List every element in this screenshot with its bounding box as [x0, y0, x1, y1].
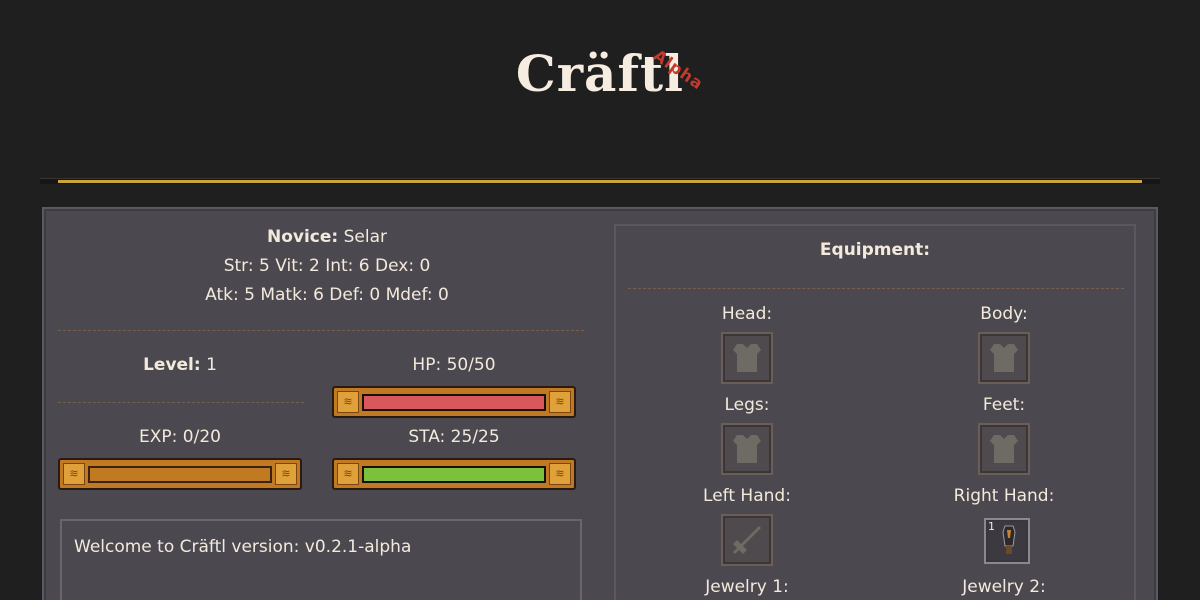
log-message: Welcome to Cräftl version: v0.2.1-alpha — [74, 537, 412, 557]
armor-silhouette-icon — [733, 435, 761, 463]
armor-silhouette-icon — [990, 344, 1018, 372]
bar-cap-right-icon: ≋ — [549, 391, 571, 413]
slot-label-right-hand: Right Hand: — [953, 486, 1055, 506]
game-logo-area: Cräftl Alpha — [0, 38, 1200, 118]
header-gold-line — [58, 180, 1142, 183]
level-divider — [58, 402, 304, 403]
equip-slot-right-hand[interactable]: 1 — [984, 518, 1030, 564]
bar-cap-left-icon: ≋ — [63, 463, 85, 485]
level-display: Level: 1 — [58, 355, 302, 375]
level-value: 1 — [206, 355, 217, 375]
slot-label-feet: Feet: — [982, 395, 1026, 415]
equipment-divider — [628, 288, 1124, 289]
header-divider — [40, 178, 1160, 184]
equip-slot-legs[interactable] — [721, 423, 773, 475]
slot-label-left-hand: Left Hand: — [703, 486, 791, 506]
main-panel: Novice: Selar Str: 5 Vit: 2 Int: 6 Dex: … — [42, 207, 1158, 600]
torch-icon — [1002, 525, 1016, 554]
equipment-title: Equipment: — [819, 240, 931, 260]
equip-slot-body[interactable] — [978, 332, 1030, 384]
attribute-stats: Str: 5 Vit: 2 Int: 6 Dex: 0 — [223, 256, 431, 276]
slot-label-head: Head: — [721, 304, 773, 324]
equipment-panel: Equipment: Head: Body: Legs: Feet: Left … — [614, 224, 1136, 600]
game-logo: Cräftl Alpha — [516, 38, 707, 110]
equip-slot-head[interactable] — [721, 332, 773, 384]
bar-cap-left-icon: ≋ — [337, 391, 359, 413]
exp-label: EXP: 0/20 — [139, 427, 221, 447]
sword-silhouette-icon — [733, 526, 761, 554]
armor-silhouette-icon — [733, 344, 761, 372]
hp-label: HP: 50/50 — [412, 355, 496, 375]
stats-divider — [58, 330, 584, 331]
level-label: Level: — [143, 355, 201, 375]
class-label: Novice: — [266, 227, 339, 247]
sta-label: STA: 25/25 — [408, 427, 500, 447]
character-name: Selar — [343, 227, 388, 247]
character-info: Novice: Selar Str: 5 Vit: 2 Int: 6 Dex: … — [44, 223, 610, 310]
slot-label-jewelry-2: Jewelry 2: — [962, 577, 1046, 597]
sta-bar: ≋ ≋ — [332, 458, 576, 490]
bar-cap-left-icon: ≋ — [337, 463, 359, 485]
equip-slot-left-hand[interactable] — [721, 514, 773, 566]
combat-stats: Atk: 5 Matk: 6 Def: 0 Mdef: 0 — [205, 285, 449, 305]
sta-fill — [364, 468, 544, 481]
slot-label-legs: Legs: — [724, 395, 770, 415]
slot-label-jewelry-1: Jewelry 1: — [705, 577, 789, 597]
message-log[interactable]: Welcome to Cräftl version: v0.2.1-alpha — [60, 519, 582, 600]
bar-cap-right-icon: ≋ — [275, 463, 297, 485]
hp-fill — [364, 396, 544, 409]
slot-label-body: Body: — [980, 304, 1028, 324]
bar-cap-right-icon: ≋ — [549, 463, 571, 485]
equip-slot-feet[interactable] — [978, 423, 1030, 475]
character-class-line: Novice: Selar — [44, 223, 610, 252]
hp-bar: ≋ ≋ — [332, 386, 576, 418]
armor-silhouette-icon — [990, 435, 1018, 463]
exp-bar: ≋ ≋ — [58, 458, 302, 490]
